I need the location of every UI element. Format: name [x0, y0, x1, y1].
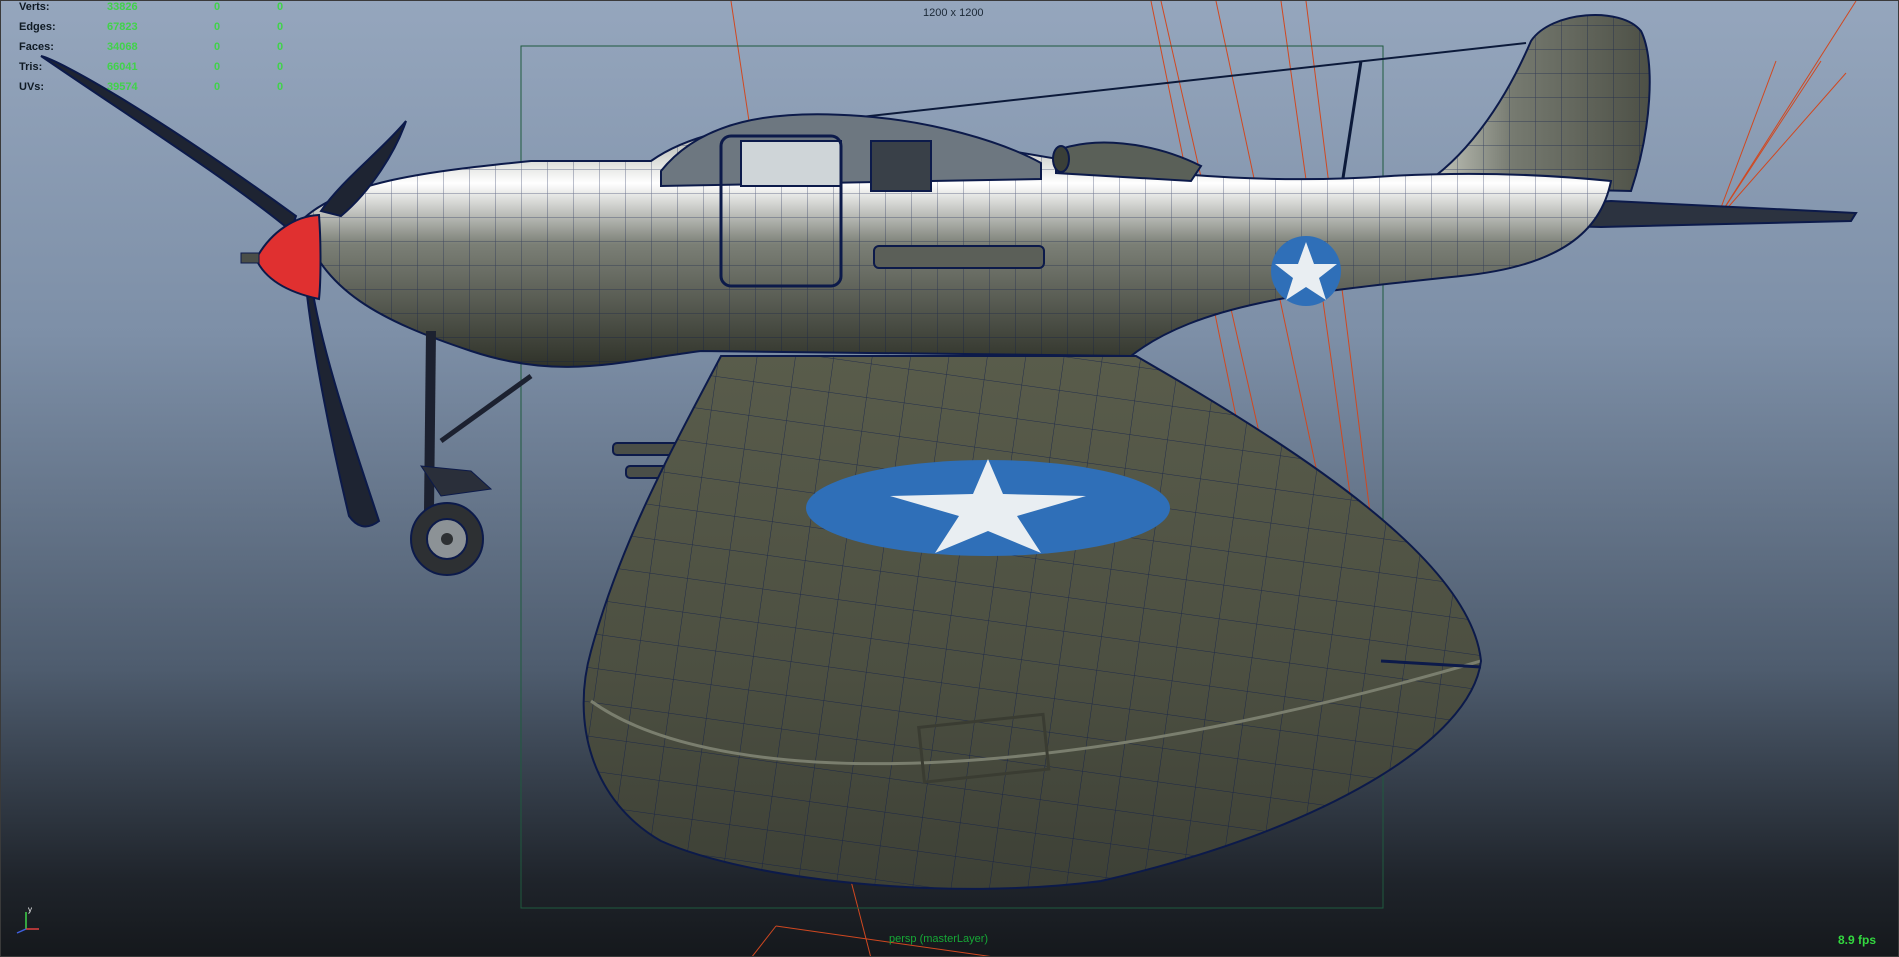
camera-label: persp (masterLayer) — [889, 933, 989, 945]
axis-gizmo-icon: y — [16, 905, 39, 934]
hud-value: 0 — [214, 21, 221, 33]
hud-value: 0 — [214, 81, 221, 93]
landing-gear — [410, 330, 533, 576]
wing — [582, 355, 1483, 890]
hud-value: 0 — [214, 61, 221, 73]
hud-value: 33826 — [107, 1, 138, 13]
hud-value: 67823 — [107, 21, 138, 33]
hud-value: 39574 — [107, 81, 138, 93]
scene-render[interactable] — [1, 1, 1899, 957]
hud-label: UVs: — [19, 81, 45, 93]
exhaust-stacks — [873, 245, 1045, 269]
hud-value: 0 — [277, 1, 284, 13]
resolution-gate-label: 1200 x 1200 — [923, 7, 984, 19]
hud-label: Edges: — [19, 21, 56, 33]
hud-label: Faces: — [19, 41, 54, 53]
antenna-wire — [860, 42, 1527, 118]
hud-label: Verts: — [19, 1, 50, 13]
hud-value: 0 — [214, 41, 221, 53]
hud-value: 0 — [277, 81, 284, 93]
hud-value: 0 — [277, 21, 284, 33]
hud-value: 0 — [214, 1, 221, 13]
hud-value: 0 — [277, 61, 284, 73]
fps-counter: 8.9 fps — [1837, 933, 1876, 947]
3d-viewport[interactable]: Verts: 33826 0 0 Edges: 67823 0 0 Faces:… — [0, 0, 1899, 957]
propeller-spinner — [240, 213, 322, 301]
tail-fin — [1417, 14, 1651, 193]
hud-value: 34068 — [107, 41, 138, 53]
hud-value: 66041 — [107, 61, 138, 73]
hud-label: Tris: — [19, 61, 43, 73]
fuselage-roundel — [1271, 236, 1341, 306]
axis-y-label: y — [28, 905, 32, 914]
hud-value: 0 — [277, 41, 284, 53]
